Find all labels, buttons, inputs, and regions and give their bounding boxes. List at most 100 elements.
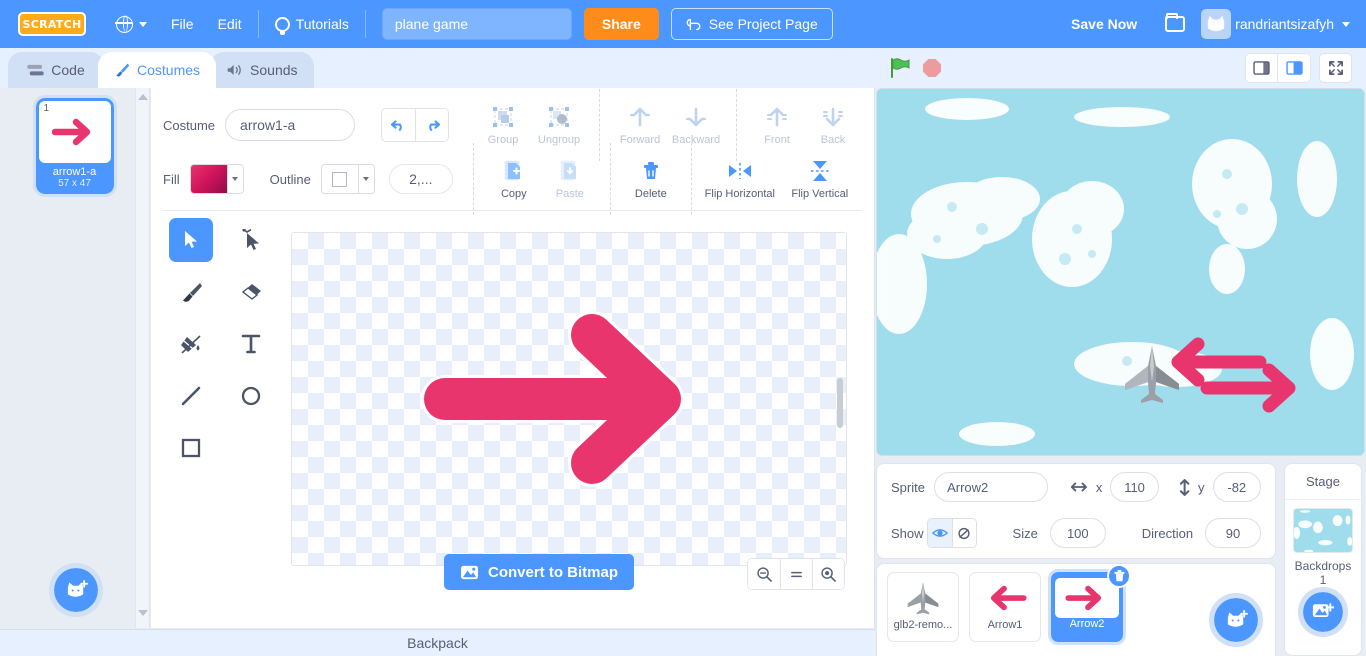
tab-sounds[interactable]: Sounds <box>210 52 314 88</box>
costume-list-panel: 1 arrow1-a 57 x 47 <box>0 88 150 628</box>
backpack-bar[interactable]: Backpack <box>0 629 875 656</box>
tool-eraser[interactable] <box>229 270 273 314</box>
add-sprite-button[interactable] <box>1209 593 1263 647</box>
sprite-name-input[interactable]: Arrow2 <box>934 472 1049 502</box>
x-label: x <box>1095 479 1103 495</box>
tab-code[interactable]: Code <box>8 52 104 88</box>
tool-select[interactable] <box>169 218 213 262</box>
costume-list-item[interactable]: 1 arrow1-a 57 x 47 <box>32 95 117 197</box>
flip-vertical-button[interactable]: Flip Vertical <box>786 158 854 200</box>
forward-button[interactable]: Forward <box>612 104 668 146</box>
zoom-out-button[interactable] <box>748 559 780 589</box>
rectangle-icon <box>181 438 201 458</box>
tool-text[interactable] <box>229 322 273 366</box>
language-menu[interactable] <box>104 9 159 39</box>
fill-color-picker[interactable] <box>189 164 244 194</box>
group-button[interactable]: Group <box>475 104 531 146</box>
copy-icon <box>503 158 525 184</box>
stage[interactable] <box>876 88 1365 456</box>
right-arrow-sprite[interactable] <box>1197 362 1307 414</box>
sprite-item-arrow2[interactable]: Arrow2 <box>1048 564 1131 645</box>
back-arrow-icon <box>821 104 845 130</box>
tool-reshape[interactable] <box>229 218 273 262</box>
paint-canvas[interactable] <box>291 232 847 566</box>
canvas-vertical-scrollbar[interactable] <box>837 378 843 428</box>
sprite-item-glb2[interactable]: glb2-remo... <box>887 572 959 642</box>
copy-button[interactable]: Copy <box>486 158 542 200</box>
account-menu[interactable]: randriantsizafyh <box>1235 16 1350 32</box>
add-backdrop-button[interactable] <box>1298 587 1348 637</box>
outline-color-picker[interactable] <box>320 164 375 194</box>
large-stage-button[interactable] <box>1278 53 1311 83</box>
direction-label: Direction <box>1141 525 1194 541</box>
project-folder-button[interactable] <box>1153 9 1197 39</box>
globe-icon <box>115 14 133 33</box>
fill-caret[interactable] <box>227 164 244 194</box>
scroll-down-icon[interactable] <box>138 610 148 616</box>
tool-rectangle[interactable] <box>169 426 213 470</box>
flip-horizontal-icon <box>725 158 755 184</box>
fill-swatch[interactable] <box>189 164 228 194</box>
code-blocks-icon <box>27 64 44 75</box>
paste-icon <box>559 158 581 184</box>
backward-button[interactable]: Backward <box>668 104 724 146</box>
y-input[interactable]: -82 <box>1212 472 1261 502</box>
username-label: randriantsizafyh <box>1235 16 1334 32</box>
direction-input[interactable]: 90 <box>1205 518 1261 548</box>
ungroup-button[interactable]: Ungroup <box>531 104 587 146</box>
share-button[interactable]: Share <box>583 8 659 40</box>
save-now-button[interactable]: Save Now <box>1059 9 1149 39</box>
zoom-in-button[interactable] <box>812 559 844 589</box>
green-flag-icon[interactable] <box>889 57 911 79</box>
tab-costumes[interactable]: Costumes <box>98 52 217 88</box>
stage-panel-title: Stage <box>1285 464 1361 500</box>
tool-fill[interactable] <box>169 322 213 366</box>
tutorials-menu[interactable]: Tutorials <box>263 9 361 39</box>
costume-artwork <box>421 311 684 487</box>
paste-button[interactable]: Paste <box>542 158 598 200</box>
outline-square-icon <box>332 171 348 187</box>
sprite-item-name: Arrow2 <box>1069 618 1105 630</box>
show-visible-button[interactable] <box>928 519 952 547</box>
x-input[interactable]: 110 <box>1110 472 1159 502</box>
backdrop-thumbnail[interactable] <box>1293 508 1353 553</box>
tool-brush[interactable] <box>169 270 213 314</box>
size-input[interactable]: 100 <box>1049 518 1106 548</box>
backward-label: Backward <box>671 134 721 146</box>
costume-number: 1 <box>43 103 50 114</box>
flip-horizontal-button[interactable]: Flip Horizontal <box>704 158 776 200</box>
back-button[interactable]: Back <box>805 104 861 146</box>
convert-to-bitmap-button[interactable]: Convert to Bitmap <box>444 554 635 590</box>
delete-button[interactable]: Delete <box>623 158 679 200</box>
scratch-logo[interactable]: SCRATCH <box>18 12 86 36</box>
outline-swatch[interactable] <box>320 164 359 194</box>
fullscreen-button[interactable] <box>1319 53 1352 83</box>
zoom-reset-button[interactable] <box>780 559 812 589</box>
redo-arrow-icon <box>429 120 441 131</box>
back-label: Back <box>820 134 846 146</box>
undo-button[interactable] <box>382 109 416 141</box>
project-title-input[interactable] <box>381 8 572 40</box>
costume-list-scrollbar[interactable] <box>135 88 149 628</box>
tab-costumes-label: Costumes <box>137 62 201 78</box>
copy-label: Copy <box>500 188 527 200</box>
add-costume-button[interactable] <box>49 563 103 617</box>
costume-name-input[interactable] <box>225 109 356 141</box>
stop-sign-icon[interactable] <box>923 59 941 77</box>
scroll-up-icon[interactable] <box>137 94 148 100</box>
avatar[interactable] <box>1201 9 1232 39</box>
edit-menu[interactable]: Edit <box>206 9 254 39</box>
chevron-down-icon <box>139 21 147 27</box>
tool-line[interactable] <box>169 374 213 418</box>
delete-sprite-button[interactable] <box>1107 564 1131 588</box>
file-menu[interactable]: File <box>159 9 206 39</box>
sprite-item-arrow1[interactable]: Arrow1 <box>969 572 1041 642</box>
tool-circle[interactable] <box>229 374 273 418</box>
stroke-width-input[interactable]: 2,... <box>388 164 453 194</box>
see-project-page-button[interactable]: See Project Page <box>670 8 833 40</box>
front-button[interactable]: Front <box>749 104 805 146</box>
small-stage-button[interactable] <box>1245 53 1278 83</box>
redo-button[interactable] <box>415 109 449 141</box>
outline-caret[interactable] <box>358 164 375 194</box>
show-hidden-button[interactable] <box>951 519 976 547</box>
